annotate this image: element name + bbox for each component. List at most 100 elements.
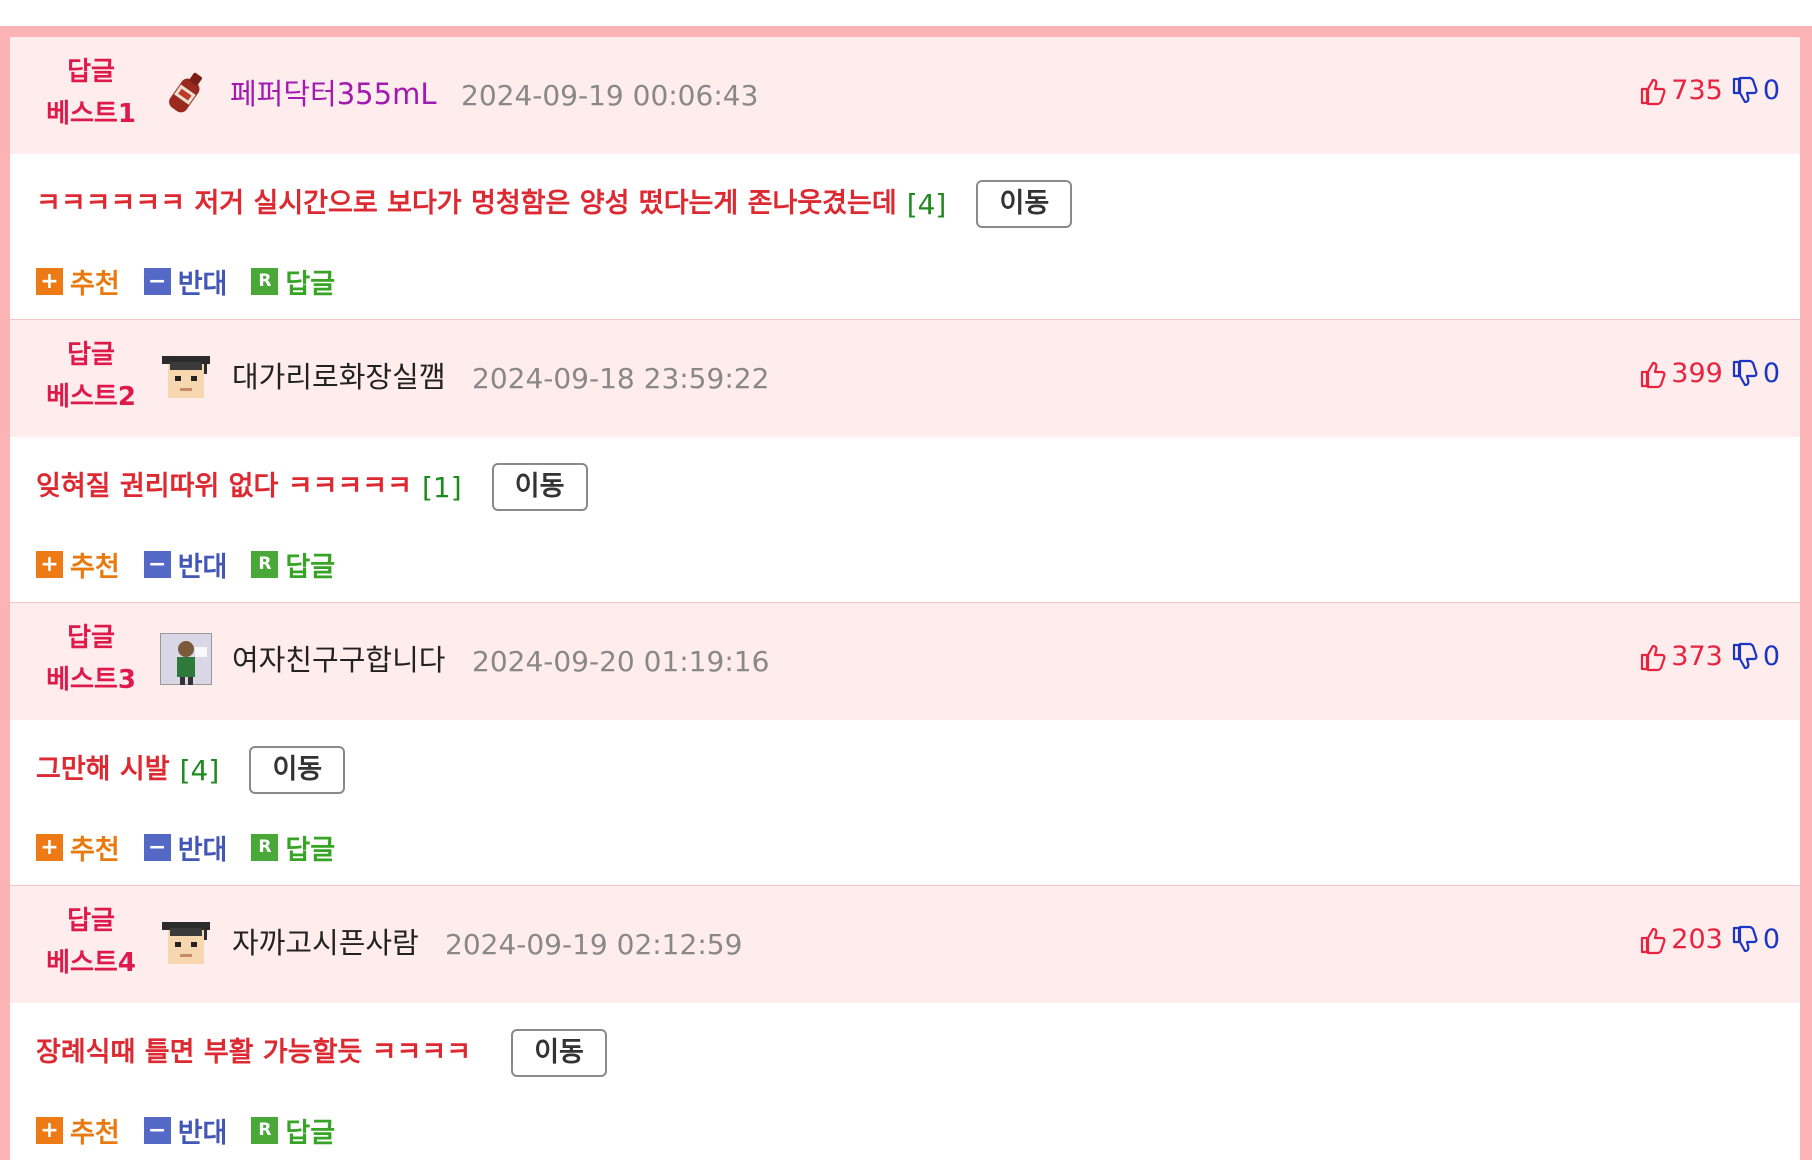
oppose-button[interactable]: − 반대 (143, 545, 228, 584)
comment-date: 2024-09-19 02:12:59 (445, 928, 743, 961)
comment-header: 답글 베스트3 여자친구구합니다 2024-09-20 01:19:16 373… (10, 603, 1800, 720)
comment-item: 답글 베스트3 여자친구구합니다 2024-09-20 01:19:16 373… (10, 603, 1800, 886)
move-button[interactable]: 이동 (976, 180, 1073, 228)
comment-actions: + 추천 − 반대 R 답글 (36, 261, 335, 301)
plus-icon: + (36, 1116, 63, 1144)
thumbs-up-icon (1641, 927, 1666, 955)
badge-line2: 베스트4 (46, 948, 136, 978)
comment-body: ㅋㅋㅋㅋㅋㅋ 저거 실시간으로 보다가 멍청함은 양성 떴다는게 존나웃겼는데 … (36, 177, 1073, 231)
thumbs-down-icon (1732, 76, 1758, 104)
reply-label: 답글 (285, 551, 336, 583)
comment-text: ㅋㅋㅋㅋㅋㅋ 저거 실시간으로 보다가 멍청함은 양성 떴다는게 존나웃겼는데 (36, 188, 897, 219)
badge-line2: 베스트2 (46, 382, 136, 412)
comment-body: 잊혀질 권리따위 없다 ㅋㅋㅋㅋㅋ [1] 이동 (36, 460, 588, 514)
badge-line2: 베스트1 (46, 99, 136, 129)
nickname[interactable]: 자까고시픈사람 (232, 923, 419, 963)
best-comments-list: 답글 베스트1 페퍼닥터355mL 2024-09-19 00:06:43 73… (10, 37, 1800, 1160)
minus-icon: − (143, 833, 171, 861)
comment-item: 답글 베스트4 자까고시픈사람 2024-09-19 02:12:59 203 … (10, 886, 1800, 1168)
recommend-button[interactable]: + 추천 (36, 1111, 120, 1150)
recommend-button[interactable]: + 추천 (36, 828, 120, 867)
downvote-count: 0 (1762, 75, 1780, 106)
badge-line1: 답글 (67, 906, 115, 936)
nickname[interactable]: 페퍼닥터355mL (230, 74, 436, 114)
comment-text: 그만해 시발 (36, 754, 170, 785)
plus-icon: + (36, 833, 63, 861)
reply-r-icon: R (251, 550, 279, 578)
thumbs-up-icon (1641, 644, 1666, 672)
recommend-label: 추천 (70, 1117, 120, 1149)
reply-button[interactable]: R 답글 (251, 545, 335, 584)
minus-icon: − (143, 1116, 171, 1144)
comment-actions: + 추천 − 반대 R 답글 (36, 544, 335, 584)
oppose-button[interactable]: − 반대 (143, 262, 228, 301)
thumbs-down-icon (1732, 359, 1758, 387)
vote-counts: 735 0 (1639, 73, 1780, 109)
move-button[interactable]: 이동 (249, 746, 346, 794)
oppose-label: 반대 (177, 1117, 228, 1149)
recommend-label: 추천 (70, 834, 120, 866)
comment-body: 그만해 시발 [4] 이동 (36, 743, 346, 797)
upvote-count: 203 (1671, 924, 1723, 955)
reply-label: 답글 (285, 834, 336, 866)
plus-icon: + (36, 267, 63, 295)
vote-counts: 373 0 (1639, 639, 1780, 675)
reply-count: [4] (906, 187, 947, 221)
vote-counts: 203 0 (1639, 922, 1780, 958)
comment-actions: + 추천 − 반대 R 답글 (36, 1110, 335, 1150)
move-button[interactable]: 이동 (511, 1029, 608, 1077)
thumbs-up-icon (1641, 78, 1666, 106)
graduate-avatar-icon[interactable] (160, 350, 212, 402)
graduate-avatar-icon[interactable] (160, 916, 212, 968)
nickname[interactable]: 여자친구구합니다 (232, 640, 445, 680)
oppose-button[interactable]: − 반대 (143, 1111, 228, 1150)
minus-icon: − (143, 267, 171, 295)
move-button[interactable]: 이동 (491, 463, 588, 511)
nickname[interactable]: 대가리로화장실깸 (232, 357, 445, 397)
plus-icon: + (36, 550, 63, 578)
thumbs-down-icon (1732, 642, 1758, 670)
comment-header: 답글 베스트1 페퍼닥터355mL 2024-09-19 00:06:43 73… (10, 37, 1800, 154)
minus-icon: − (143, 550, 171, 578)
comment-item: 답글 베스트2 대가리로화장실깸 2024-09-18 23:59:22 399… (10, 320, 1800, 603)
thumbs-down-icon (1732, 925, 1758, 953)
comment-date: 2024-09-19 00:06:43 (461, 79, 759, 112)
best-reply-badge: 답글 베스트3 (36, 617, 146, 701)
best-reply-badge: 답글 베스트4 (36, 900, 146, 984)
reply-count: [4] (179, 753, 220, 787)
reply-button[interactable]: R 답글 (251, 828, 335, 867)
reply-button[interactable]: R 답글 (251, 1111, 335, 1150)
downvote-count: 0 (1762, 924, 1780, 955)
oppose-button[interactable]: − 반대 (143, 828, 228, 867)
comment-text: 장례식때 틀면 부활 가능할듯 ㅋㅋㅋㅋ (36, 1037, 472, 1068)
oppose-label: 반대 (177, 551, 228, 583)
comment-body: 장례식때 틀면 부활 가능할듯 ㅋㅋㅋㅋ 이동 (36, 1026, 608, 1080)
recommend-button[interactable]: + 추천 (36, 262, 120, 301)
comment-text: 잊혀질 권리따위 없다 ㅋㅋㅋㅋㅋ (36, 471, 412, 502)
comment-date: 2024-09-20 01:19:16 (472, 645, 770, 678)
comment-item: 답글 베스트1 페퍼닥터355mL 2024-09-19 00:06:43 73… (10, 37, 1800, 320)
best-reply-badge: 답글 베스트1 (36, 51, 146, 135)
badge-line1: 답글 (67, 57, 115, 87)
oppose-label: 반대 (177, 268, 228, 300)
reply-r-icon: R (251, 267, 279, 295)
recommend-label: 추천 (70, 268, 120, 300)
upvote-count: 735 (1671, 75, 1723, 106)
reply-button[interactable]: R 답글 (251, 262, 335, 301)
vote-counts: 399 0 (1639, 356, 1780, 392)
oppose-label: 반대 (177, 834, 228, 866)
upvote-count: 399 (1671, 358, 1723, 389)
reply-label: 답글 (285, 1117, 336, 1149)
recommend-label: 추천 (70, 551, 120, 583)
best-comments-frame: 답글 베스트1 페퍼닥터355mL 2024-09-19 00:06:43 73… (0, 26, 1812, 1160)
badge-line1: 답글 (67, 340, 115, 370)
reply-r-icon: R (251, 833, 279, 861)
character-photo-icon[interactable] (160, 633, 212, 685)
soda-bottle-icon[interactable] (160, 67, 212, 119)
comment-actions: + 추천 − 반대 R 답글 (36, 827, 335, 867)
recommend-button[interactable]: + 추천 (36, 545, 120, 584)
reply-label: 답글 (285, 268, 336, 300)
comment-date: 2024-09-18 23:59:22 (472, 362, 770, 395)
reply-count: [1] (421, 470, 462, 504)
comment-header: 답글 베스트2 대가리로화장실깸 2024-09-18 23:59:22 399… (10, 320, 1800, 437)
